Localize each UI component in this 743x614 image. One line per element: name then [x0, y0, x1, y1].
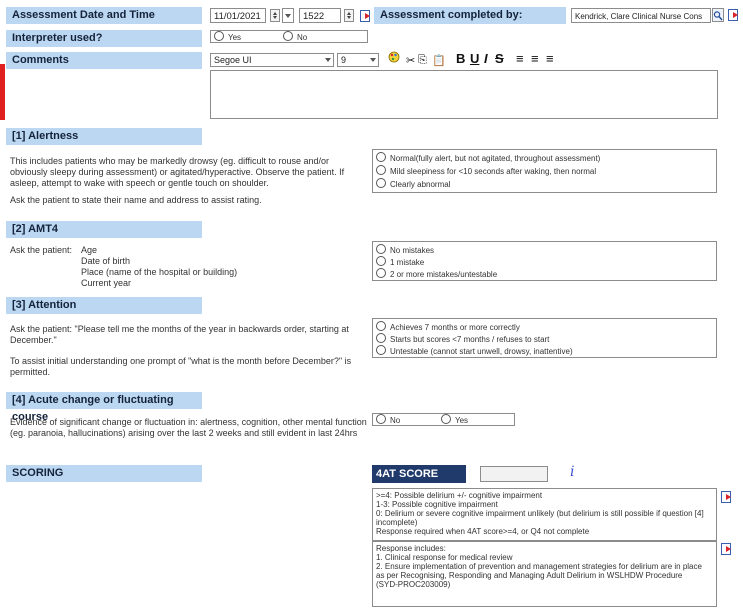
amt4-option-no-mistakes[interactable]: No mistakes: [376, 244, 434, 255]
radio-icon: [376, 165, 386, 175]
radio-icon: [214, 31, 224, 41]
align-center-icon[interactable]: ≡: [531, 51, 539, 66]
cut-icon[interactable]: ✂: [406, 54, 415, 67]
time-spin-button[interactable]: [344, 9, 354, 22]
amt4-option-one-mistake[interactable]: 1 mistake: [376, 256, 424, 267]
alertness-option-abnormal[interactable]: Clearly abnormal: [376, 178, 450, 189]
chevron-down-icon: [325, 58, 331, 62]
amt4-options-box: No mistakes 1 mistake 2 or more mistakes…: [372, 241, 717, 281]
alertness-heading: [1] Alertness: [6, 128, 202, 145]
alertness-description: This includes patients who may be marked…: [10, 156, 345, 188]
radio-icon: [376, 414, 386, 424]
edit-response-icon[interactable]: [720, 542, 732, 555]
response-box[interactable]: Response includes: 1. Clinical response …: [372, 541, 717, 607]
amt4-prompt: Ask the patient:: [10, 245, 73, 255]
interpretation-line-3: 0: Delirium or severe cognitive impairme…: [376, 509, 704, 527]
radio-icon: [376, 244, 386, 254]
chevron-down-icon: [370, 58, 376, 62]
response-line-3: 2. Ensure implementation of prevention a…: [376, 562, 702, 589]
radio-icon: [441, 414, 451, 424]
interpreter-no-option[interactable]: No: [283, 31, 307, 42]
radio-icon: [376, 268, 386, 278]
amt4-item-year: Current year: [81, 278, 132, 288]
attention-option-achieves[interactable]: Achieves 7 months or more correctly: [376, 321, 520, 332]
font-family-select[interactable]: Segoe UI: [210, 53, 334, 67]
strikethrough-icon[interactable]: S: [495, 51, 504, 66]
amt4-heading: [2] AMT4: [6, 221, 202, 238]
attention-instruction: To assist initial understanding one prom…: [10, 356, 352, 377]
radio-icon: [376, 321, 386, 331]
italic-icon[interactable]: I: [484, 51, 488, 66]
align-right-icon[interactable]: ≡: [546, 51, 554, 66]
amt4-item-age: Age: [81, 245, 98, 255]
align-left-icon[interactable]: ≡: [516, 51, 524, 66]
amt4-item-dob: Date of birth: [81, 256, 131, 266]
copy-icon[interactable]: ⎘: [418, 54, 427, 67]
amt4-option-two-or-more[interactable]: 2 or more mistakes/untestable: [376, 268, 497, 279]
acute-option-yes[interactable]: Yes: [441, 414, 468, 425]
edit-time-icon[interactable]: [359, 9, 371, 22]
amt4-item-place: Place (name of the hospital or building): [81, 267, 238, 277]
radio-icon: [376, 256, 386, 266]
assessment-date-label: Assessment Date and Time: [6, 7, 202, 24]
comments-textarea[interactable]: [210, 70, 718, 119]
attention-options-box: Achieves 7 months or more correctly Star…: [372, 318, 717, 358]
interpreter-options-box: Yes No: [210, 30, 368, 43]
acute-change-heading: [4] Acute change or fluctuating course: [6, 392, 202, 423]
attention-description: Ask the patient: "Please tell me the mon…: [10, 324, 349, 345]
alertness-option-mild[interactable]: Mild sleepiness for <10 seconds after wa…: [376, 165, 596, 176]
paste-icon[interactable]: 📋: [432, 54, 446, 67]
response-line-2: 1. Clinical response for medical review: [376, 553, 513, 562]
interpreter-yes-option[interactable]: Yes: [214, 31, 241, 42]
4at-score-field: [480, 466, 548, 482]
left-indicator-bar: [0, 64, 5, 120]
search-icon[interactable]: [712, 8, 724, 22]
date-dropdown-button[interactable]: [282, 8, 294, 23]
attention-option-untestable[interactable]: Untestable (cannot start unwell, drowsy,…: [376, 345, 573, 356]
score-interpretation-box: >=4: Possible delirium +/- cognitive imp…: [372, 488, 717, 541]
font-size-select[interactable]: 9: [337, 53, 379, 67]
interpretation-line-1: >=4: Possible delirium +/- cognitive imp…: [376, 491, 543, 500]
assessment-date-field[interactable]: 11/01/2021: [210, 8, 266, 23]
comments-label: Comments: [6, 52, 202, 69]
radio-icon: [376, 152, 386, 162]
4at-score-label: 4AT SCORE: [372, 465, 466, 483]
interpretation-line-4: Response required when 4AT score>=4, or …: [376, 527, 590, 536]
edit-completed-by-icon[interactable]: [727, 8, 739, 21]
attention-option-starts[interactable]: Starts but scores <7 months / refuses to…: [376, 333, 549, 344]
acute-change-description: Evidence of significant change or fluctu…: [10, 417, 367, 438]
color-palette-icon[interactable]: [388, 51, 400, 63]
completed-by-label: Assessment completed by:: [374, 7, 566, 24]
radio-icon: [376, 345, 386, 355]
attention-heading: [3] Attention: [6, 297, 202, 314]
interpretation-line-2: 1-3: Possible cognitive impairment: [376, 500, 498, 509]
info-icon[interactable]: i: [570, 464, 574, 480]
acute-options-box: No Yes: [372, 413, 515, 426]
alertness-option-normal[interactable]: Normal(fully alert, but not agitated, th…: [376, 152, 600, 163]
assessment-time-field[interactable]: 1522: [299, 8, 341, 23]
completed-by-field[interactable]: Kendrick, Clare Clinical Nurse Cons: [571, 8, 711, 23]
response-line-1: Response includes:: [376, 544, 446, 553]
alertness-options-box: Normal(fully alert, but not agitated, th…: [372, 149, 717, 193]
edit-interpretation-icon[interactable]: [720, 490, 732, 503]
interpreter-label: Interpreter used?: [6, 30, 202, 47]
bold-icon[interactable]: B: [456, 51, 465, 66]
radio-icon: [376, 178, 386, 188]
underline-icon[interactable]: U: [470, 51, 479, 66]
alertness-instruction: Ask the patient to state their name and …: [10, 195, 262, 205]
scoring-label: SCORING: [6, 465, 202, 482]
acute-option-no[interactable]: No: [376, 414, 400, 425]
date-spin-button[interactable]: [270, 9, 280, 22]
radio-icon: [283, 31, 293, 41]
radio-icon: [376, 333, 386, 343]
